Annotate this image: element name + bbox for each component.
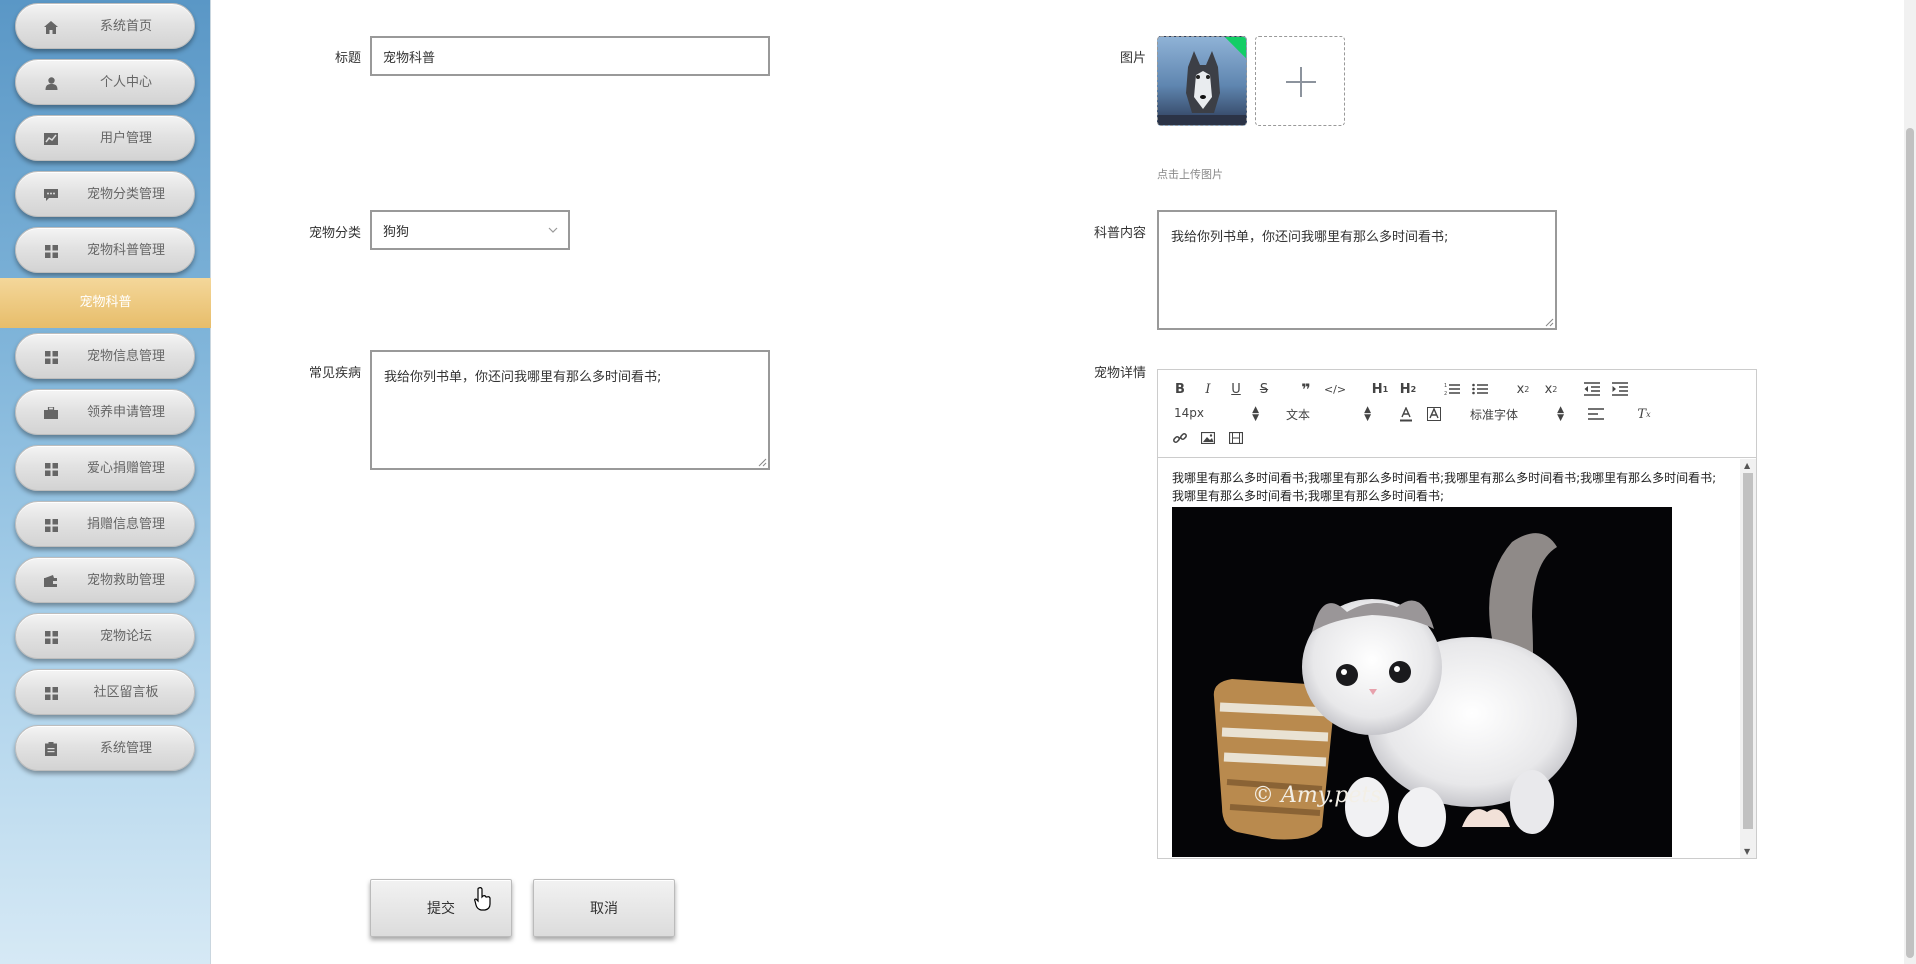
image-label: 图片 (1119, 51, 1146, 66)
grid-icon (43, 517, 59, 533)
block-type-select[interactable]: 文本 ▲ ▼ (1286, 405, 1371, 423)
nav-item-system-management[interactable]: 系统管理 (15, 725, 195, 771)
cancel-button[interactable]: 取消 (533, 879, 675, 937)
heading-1-button[interactable]: H1 (1370, 381, 1390, 397)
page-scrollbar[interactable] (1904, 0, 1916, 964)
ordered-list-icon[interactable]: 12 (1444, 381, 1460, 397)
blockquote-icon[interactable]: ❞ (1298, 380, 1314, 399)
editor-toolbar: B I U S ❞ </> H1 H2 12 x2 x2 14px ▲ ▼ 文本 … (1158, 370, 1756, 458)
editor-scrollbar-thumb[interactable] (1743, 473, 1753, 829)
plus-icon (1286, 67, 1316, 97)
clear-format-button[interactable]: Tx (1636, 406, 1652, 422)
strike-button[interactable]: S (1256, 381, 1272, 397)
nav-item-adoption-management[interactable]: 领养申请管理 (15, 389, 195, 435)
nav-item-category-management[interactable]: 宠物分类管理 (15, 171, 195, 217)
kitten-photo: © Amy.pets (1172, 507, 1672, 857)
disease-value: 我给你列书单，你还问我哪里有那么多时间看书; (384, 370, 662, 385)
editor-content-text: 我哪里有那么多时间看书;我哪里有那么多时间看书;我哪里有那么多时间看书;我哪里有… (1172, 471, 1717, 503)
science-content-label: 科普内容 (1093, 226, 1146, 241)
underline-button[interactable]: U (1228, 381, 1244, 397)
heading-2-button[interactable]: H2 (1398, 381, 1418, 397)
resize-handle-icon[interactable] (757, 457, 767, 467)
code-block-icon[interactable]: </> (1324, 381, 1346, 397)
font-size-select[interactable]: 14px ▲ ▼ (1174, 405, 1259, 423)
nav-item-home[interactable]: 系统首页 (15, 3, 195, 49)
indent-icon[interactable] (1612, 381, 1628, 397)
home-icon (43, 19, 59, 35)
husky-photo-icon (1158, 51, 1246, 125)
background-color-icon[interactable] (1426, 406, 1442, 422)
outdent-icon[interactable] (1584, 381, 1600, 397)
grid-icon (43, 349, 59, 365)
block-type-value: 文本 (1286, 408, 1311, 422)
grid-icon (43, 243, 59, 259)
scroll-up-icon[interactable]: ▲ (1744, 461, 1750, 470)
nav-item-message-board[interactable]: 社区留言板 (15, 669, 195, 715)
category-select-value: 狗狗 (383, 224, 410, 240)
title-label: 标题 (334, 51, 361, 66)
nav-subitem-pet-science[interactable]: 宠物科普 (0, 278, 211, 328)
uploaded-image-thumbnail[interactable] (1157, 36, 1247, 126)
resize-handle-icon[interactable] (1544, 317, 1554, 327)
disease-textarea[interactable]: 我给你列书单，你还问我哪里有那么多时间看书; (370, 350, 770, 470)
image-icon[interactable] (1200, 430, 1216, 446)
nav-item-science-management[interactable]: 宠物科普管理 (15, 227, 195, 273)
chart-icon (43, 131, 59, 147)
briefcase-icon (43, 405, 59, 421)
superscript-button[interactable]: x2 (1542, 381, 1560, 397)
category-label: 宠物分类 (308, 226, 361, 241)
video-icon[interactable] (1228, 430, 1244, 446)
nav-item-donation-management[interactable]: 爱心捐赠管理 (15, 445, 195, 491)
svg-text:1: 1 (1444, 383, 1447, 389)
detail-label: 宠物详情 (1093, 366, 1146, 381)
editor-content-area[interactable]: 我哪里有那么多时间看书;我哪里有那么多时间看书;我哪里有那么多时间看书;我哪里有… (1158, 459, 1740, 858)
science-content-textarea[interactable]: 我给你列书单，你还问我哪里有那么多时间看书; (1157, 210, 1557, 330)
italic-button[interactable]: I (1200, 381, 1216, 397)
align-icon[interactable] (1588, 406, 1604, 422)
select-arrows-icon: ▲ ▼ (1557, 405, 1564, 423)
svg-text:2: 2 (1444, 391, 1447, 396)
nav-item-user-management[interactable]: 用户管理 (15, 115, 195, 161)
science-content-value: 我给你列书单，你还问我哪里有那么多时间看书; (1171, 230, 1449, 245)
nav-item-pet-info-management[interactable]: 宠物信息管理 (15, 333, 195, 379)
kitten-photo-icon: © Amy.pets (1213, 533, 1577, 847)
chevron-down-icon (548, 227, 558, 233)
nav-item-rescue-management[interactable]: 宠物救助管理 (15, 557, 195, 603)
user-icon (43, 75, 59, 91)
photo-watermark: © Amy.pets (1252, 783, 1381, 808)
upload-hint: 点击上传图片 (1157, 168, 1223, 181)
cancel-button-label: 取消 (590, 901, 618, 917)
rich-text-editor: B I U S ❞ </> H1 H2 12 x2 x2 14px ▲ ▼ 文本 … (1157, 369, 1757, 859)
disease-label: 常见疾病 (308, 366, 361, 381)
title-input-value: 宠物科普 (383, 50, 436, 66)
sidebar: 系统首页 个人中心 用户管理 宠物分类管理 宠物科普管理 宠物科普 宠物信息管理 (0, 0, 211, 964)
grid-icon (43, 685, 59, 701)
bold-button[interactable]: B (1172, 381, 1188, 397)
font-family-select[interactable]: 标准字体 ▲ ▼ (1470, 405, 1564, 423)
submit-button-label: 提交 (427, 901, 455, 917)
link-icon[interactable] (1172, 430, 1188, 446)
upload-add-button[interactable] (1255, 36, 1345, 126)
grid-icon (43, 461, 59, 477)
wallet-icon (43, 573, 59, 589)
select-arrows-icon: ▲ ▼ (1364, 405, 1371, 423)
nav-item-pet-forum[interactable]: 宠物论坛 (15, 613, 195, 659)
scroll-down-icon[interactable]: ▼ (1744, 847, 1750, 856)
comment-icon (43, 187, 59, 203)
page-scrollbar-thumb[interactable] (1906, 128, 1914, 958)
grid-icon (43, 629, 59, 645)
select-arrows-icon: ▲ ▼ (1252, 405, 1259, 423)
hand-cursor-icon (474, 887, 491, 911)
subscript-button[interactable]: x2 (1514, 381, 1532, 397)
font-family-value: 标准字体 (1470, 408, 1519, 422)
nav-item-donation-info-management[interactable]: 捐赠信息管理 (15, 501, 195, 547)
bullet-list-icon[interactable] (1472, 381, 1488, 397)
clipboard-icon (43, 741, 59, 757)
editor-scrollbar[interactable]: ▲ ▼ (1740, 459, 1756, 858)
category-select[interactable]: 狗狗 (370, 210, 570, 250)
font-color-icon[interactable] (1398, 406, 1414, 422)
nav-item-personal-center[interactable]: 个人中心 (15, 59, 195, 105)
font-size-value: 14px (1174, 406, 1204, 420)
title-input[interactable]: 宠物科普 (370, 36, 770, 76)
